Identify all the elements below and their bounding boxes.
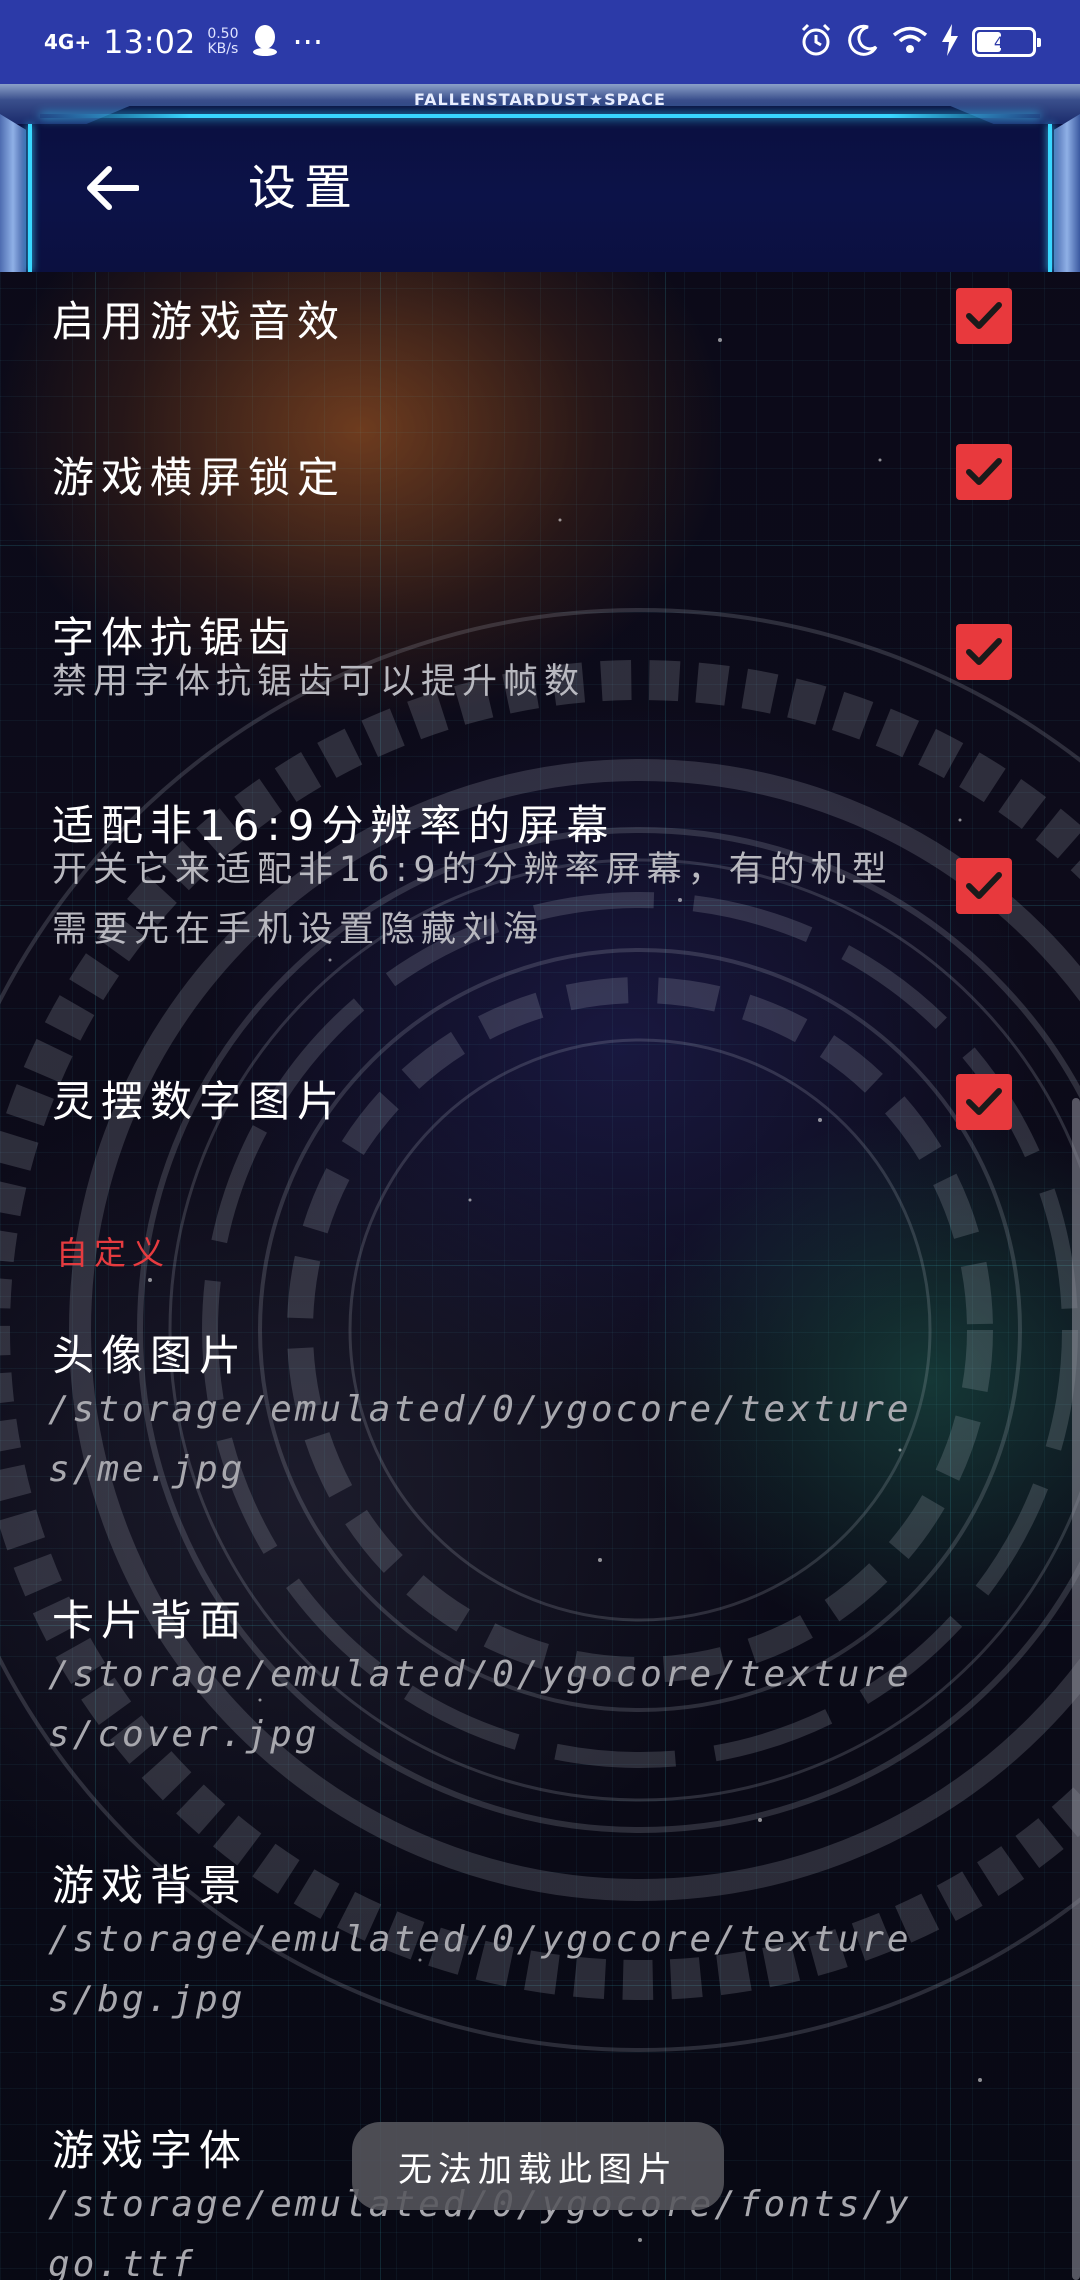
header-frame-left [0, 114, 26, 272]
moon-icon [846, 23, 880, 61]
setting-checkbox[interactable] [956, 624, 1012, 680]
header-frame-left-glow [28, 124, 32, 272]
check-icon [966, 1088, 1002, 1115]
qq-icon [250, 23, 280, 61]
app-header: FALLENSTARDUST★SPACE 设置 [0, 84, 1080, 272]
arrow-left-icon [87, 166, 139, 210]
setting-title: 启用游戏音效 [52, 297, 347, 346]
setting-title: 游戏横屏锁定 [52, 453, 347, 502]
back-button[interactable] [80, 156, 144, 220]
check-icon [966, 302, 1002, 329]
header-frame-right [1054, 114, 1080, 272]
status-time: 13:02 [103, 23, 196, 61]
setting-row-game-sound[interactable]: 启用游戏音效 [0, 272, 1080, 430]
header-frame-glow [40, 114, 1040, 118]
battery-level: 41 [993, 32, 1015, 52]
setting-title: 游戏字体 [52, 2126, 249, 2175]
page-title: 设置 [248, 160, 361, 216]
check-icon [966, 872, 1002, 899]
network-speed-value: 0.50 [207, 26, 239, 42]
more-notifications-icon: ··· [292, 23, 323, 61]
section-header-custom: 自定义 [56, 1234, 171, 1272]
setting-checkbox[interactable] [956, 444, 1012, 500]
setting-row-avatar-image[interactable]: 头像图片 /storage/emulated/0/ygocore/texture… [0, 1322, 1080, 1552]
charging-icon [940, 24, 960, 60]
setting-row-font-antialias[interactable]: 字体抗锯齿 禁用字体抗锯齿可以提升帧数 [0, 588, 1080, 768]
setting-title: 卡片背面 [52, 1596, 249, 1645]
alarm-icon [798, 22, 834, 62]
setting-path: /storage/emulated/0/ygocore/textures/cov… [48, 1654, 912, 1755]
setting-row-card-back[interactable]: 卡片背面 /storage/emulated/0/ygocore/texture… [0, 1587, 1080, 1817]
network-speed-unit: KB/s [207, 41, 239, 57]
setting-checkbox[interactable] [956, 1074, 1012, 1130]
battery-icon: 41 [972, 27, 1041, 57]
setting-title: 游戏背景 [52, 1861, 249, 1910]
setting-subtitle: 禁用字体抗锯齿可以提升帧数 [52, 662, 586, 702]
setting-checkbox[interactable] [956, 858, 1012, 914]
setting-row-landscape-lock[interactable]: 游戏横屏锁定 [0, 430, 1080, 588]
setting-path: /storage/emulated/0/ygocore/textures/me.… [48, 1389, 912, 1490]
toast-message: 无法加载此图片 [352, 2122, 724, 2210]
status-bar: 4G+ 13:02 0.50 KB/s ··· 41 [0, 0, 1080, 84]
settings-screen: 4G+ 13:02 0.50 KB/s ··· 41 FALLENSTARDUS… [0, 0, 1080, 2280]
setting-path: /storage/emulated/0/ygocore/textures/bg.… [48, 1919, 912, 2020]
signal-icon: 4G+ [44, 30, 92, 54]
setting-title: 灵摆数字图片 [52, 1077, 347, 1126]
wifi-icon [892, 25, 928, 59]
setting-row-screen-ratio[interactable]: 适配非16:9分辨率的屏幕 开关它来适配非16:9的分辨率屏幕，有的机型需要先在… [0, 792, 1080, 1012]
setting-title: 头像图片 [52, 1331, 249, 1380]
brand-label: FALLENSTARDUST★SPACE [414, 90, 666, 109]
check-icon [966, 458, 1002, 485]
scrollbar[interactable] [1072, 1098, 1080, 2280]
setting-row-game-background[interactable]: 游戏背景 /storage/emulated/0/ygocore/texture… [0, 1852, 1080, 2082]
setting-row-pendulum-numbers[interactable]: 灵摆数字图片 [0, 1052, 1080, 1202]
check-icon [966, 638, 1002, 665]
setting-subtitle: 开关它来适配非16:9的分辨率屏幕，有的机型需要先在手机设置隐藏刘海 [52, 850, 893, 950]
network-speed: 0.50 KB/s [207, 27, 238, 57]
setting-checkbox[interactable] [956, 288, 1012, 344]
header-frame-right-glow [1048, 124, 1052, 272]
